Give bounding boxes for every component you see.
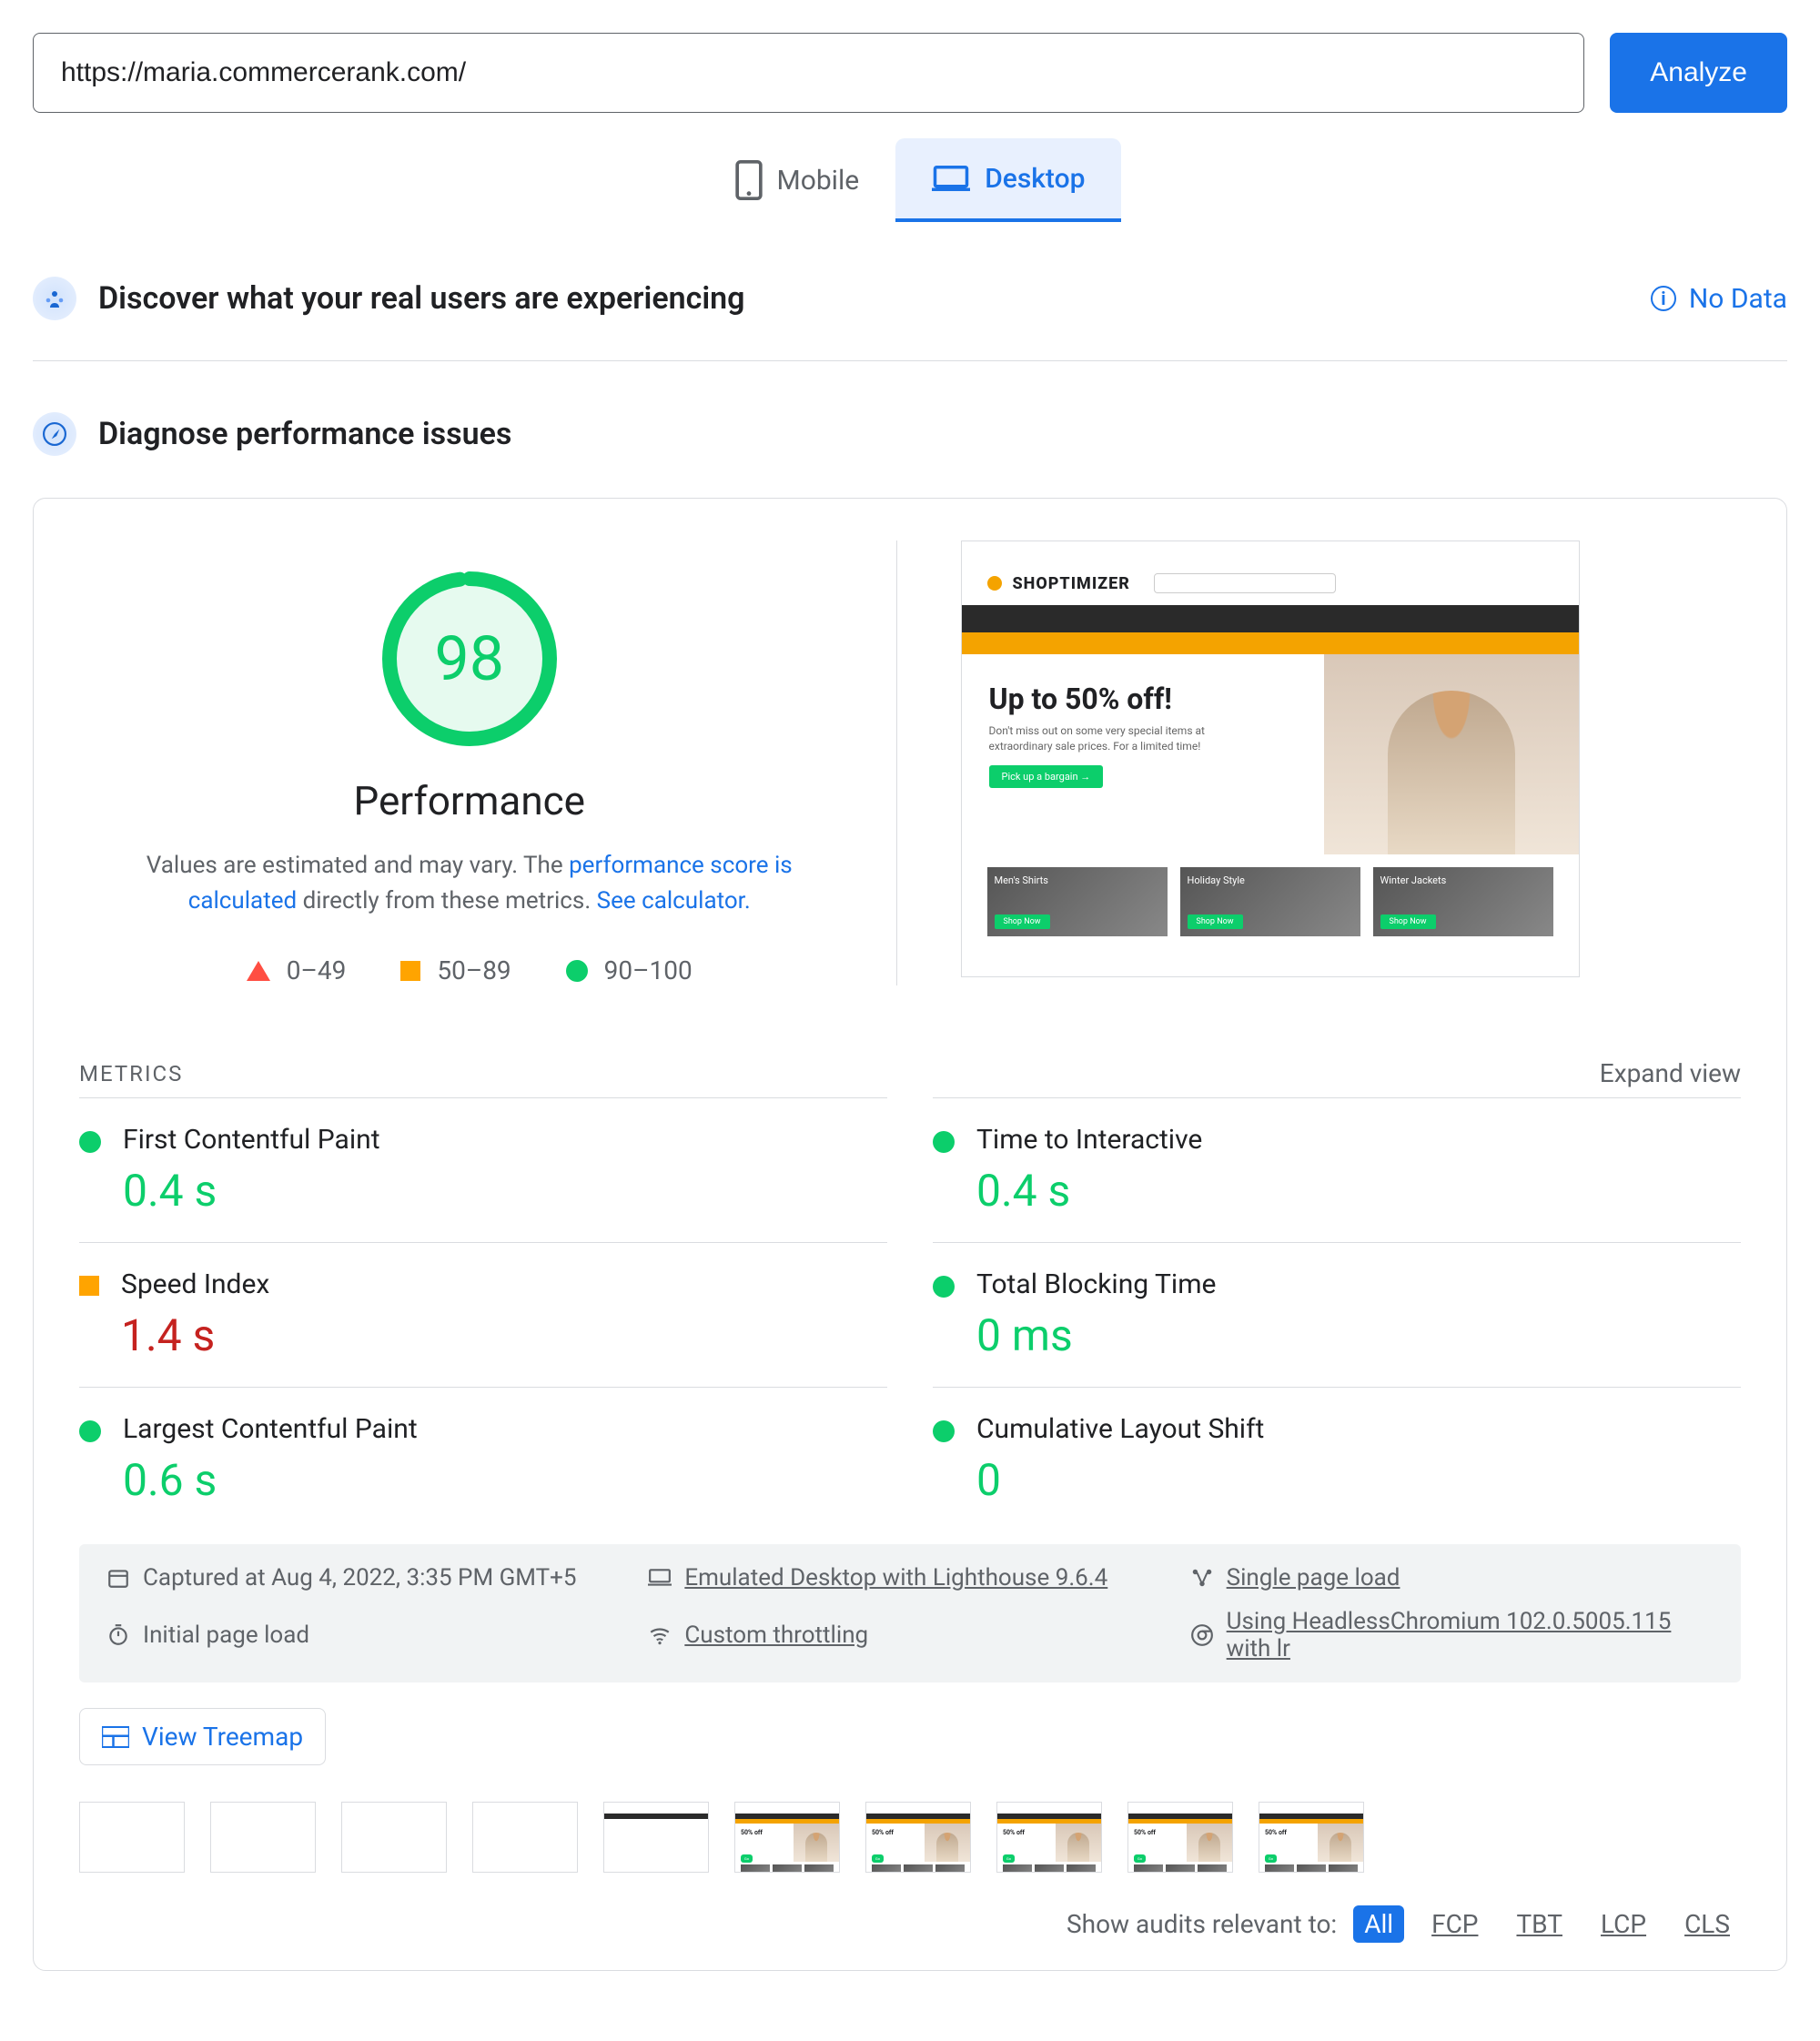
metric-name: Speed Index — [121, 1268, 887, 1300]
filmstrip-frame[interactable] — [210, 1802, 316, 1873]
network-icon — [1190, 1566, 1214, 1590]
filmstrip-frame[interactable] — [79, 1802, 185, 1873]
metric-indicator — [79, 1420, 101, 1442]
chrome-icon — [1190, 1623, 1214, 1647]
nodata-link[interactable]: i No Data — [1651, 283, 1787, 315]
device-tabs: Mobile Desktop — [33, 138, 1787, 222]
performance-card: 98 Performance Values are estimated and … — [33, 498, 1787, 1971]
score-description: Values are estimated and may vary. The p… — [101, 848, 838, 919]
tab-mobile-label: Mobile — [777, 165, 860, 197]
filmstrip-frame[interactable]: 50% offGo — [1127, 1802, 1233, 1873]
score-gauge: 98 — [379, 568, 561, 750]
filmstrip-frame[interactable] — [472, 1802, 578, 1873]
diagnose-section: Diagnose performance issues — [33, 394, 1787, 474]
info-chrome: Using HeadlessChromium 102.0.5005.115 wi… — [1190, 1608, 1714, 1662]
audits-label: Show audits relevant to: — [1067, 1909, 1337, 1939]
nodata-label: No Data — [1689, 283, 1787, 315]
tab-mobile[interactable]: Mobile — [699, 138, 896, 222]
audit-chip-fcp[interactable]: FCP — [1421, 1905, 1489, 1943]
analyze-button[interactable]: Analyze — [1610, 33, 1787, 113]
filmstrip-frame[interactable] — [341, 1802, 447, 1873]
metric-name: Cumulative Layout Shift — [976, 1413, 1741, 1445]
treemap-icon — [102, 1726, 129, 1748]
metric-item: Largest Contentful Paint 0.6 s — [79, 1387, 887, 1531]
desktop-icon — [648, 1566, 672, 1590]
filmstrip-frame[interactable]: 50% offGo — [865, 1802, 971, 1873]
diagnose-title: Diagnose performance issues — [98, 416, 511, 452]
calendar-icon — [106, 1566, 130, 1590]
mobile-icon — [735, 160, 763, 200]
metrics-heading: METRICS — [79, 1061, 183, 1086]
circle-icon — [566, 960, 588, 982]
square-icon — [400, 961, 420, 981]
metric-name: Total Blocking Time — [976, 1268, 1741, 1300]
metric-value: 1.4 s — [121, 1309, 887, 1361]
score-box: 98 Performance Values are estimated and … — [79, 541, 897, 985]
audit-chip-cls[interactable]: CLS — [1673, 1905, 1741, 1943]
filmstrip-frame[interactable]: 50% offGo — [996, 1802, 1102, 1873]
timer-icon — [106, 1623, 130, 1647]
discover-title: Discover what your real users are experi… — [98, 280, 745, 317]
view-treemap-button[interactable]: View Treemap — [79, 1708, 326, 1765]
audit-chip-tbt[interactable]: TBT — [1505, 1905, 1573, 1943]
score-value: 98 — [379, 568, 561, 750]
metric-item: First Contentful Paint 0.4 s — [79, 1097, 887, 1242]
metric-value: 0 — [976, 1454, 1741, 1506]
metric-name: First Contentful Paint — [123, 1124, 887, 1156]
metric-value: 0.4 s — [976, 1165, 1741, 1217]
metric-name: Time to Interactive — [976, 1124, 1741, 1156]
triangle-icon — [247, 961, 270, 981]
wifi-icon — [648, 1623, 672, 1647]
audits-filter: Show audits relevant to: All FCP TBT LCP… — [79, 1905, 1741, 1943]
metric-value: 0.6 s — [123, 1454, 887, 1506]
page-preview: SHOPTIMIZER Up to 50% off! Don't miss ou… — [925, 541, 1742, 977]
metric-indicator — [79, 1276, 99, 1296]
metric-item: Speed Index 1.4 s — [79, 1242, 887, 1387]
metric-item: Time to Interactive 0.4 s — [933, 1097, 1741, 1242]
legend-pass: 90–100 — [566, 955, 693, 985]
metric-value: 0.4 s — [123, 1165, 887, 1217]
filmstrip-frame[interactable]: 50% offGo — [734, 1802, 840, 1873]
score-legend: 0–49 50–89 90–100 — [247, 955, 693, 985]
info-throttling: Custom throttling — [648, 1608, 1171, 1662]
metrics-grid: First Contentful Paint0.4 sTime to Inter… — [79, 1097, 1741, 1531]
search-bar: Analyze — [33, 33, 1787, 113]
metric-value: 0 ms — [976, 1309, 1741, 1361]
info-emulated: Emulated Desktop with Lighthouse 9.6.4 — [648, 1564, 1171, 1591]
filmstrip-frame[interactable]: 50% offGo — [1259, 1802, 1364, 1873]
metric-indicator — [933, 1276, 955, 1298]
filmstrip: 50% offGo 50% offGo 50% offGo 50% offGo … — [79, 1802, 1741, 1873]
metric-indicator — [933, 1420, 955, 1442]
legend-fail: 0–49 — [247, 955, 347, 985]
diagnose-icon — [33, 412, 76, 456]
info-single: Single page load — [1190, 1564, 1714, 1591]
metric-name: Largest Contentful Paint — [123, 1413, 887, 1445]
audit-chip-lcp[interactable]: LCP — [1590, 1905, 1657, 1943]
audit-chip-all[interactable]: All — [1353, 1905, 1404, 1943]
url-input[interactable] — [33, 33, 1584, 113]
preview-screenshot: SHOPTIMIZER Up to 50% off! Don't miss ou… — [961, 541, 1580, 977]
metric-item: Total Blocking Time 0 ms — [933, 1242, 1741, 1387]
metric-indicator — [933, 1131, 955, 1153]
discover-icon — [33, 277, 76, 320]
environment-info: Captured at Aug 4, 2022, 3:35 PM GMT+5 E… — [79, 1544, 1741, 1682]
info-icon: i — [1651, 286, 1676, 311]
desktop-icon — [932, 164, 970, 193]
expand-view-link[interactable]: Expand view — [1600, 1058, 1741, 1088]
tab-desktop-label: Desktop — [985, 163, 1085, 195]
tab-desktop[interactable]: Desktop — [895, 138, 1121, 222]
info-captured: Captured at Aug 4, 2022, 3:35 PM GMT+5 — [106, 1564, 630, 1591]
performance-label: Performance — [353, 777, 585, 824]
info-initial: Initial page load — [106, 1608, 630, 1662]
legend-avg: 50–89 — [400, 955, 511, 985]
metric-item: Cumulative Layout Shift 0 — [933, 1387, 1741, 1531]
filmstrip-frame[interactable] — [603, 1802, 709, 1873]
metric-indicator — [79, 1131, 101, 1153]
calculator-link[interactable]: See calculator. — [597, 887, 751, 914]
discover-section: Discover what your real users are experi… — [33, 258, 1787, 361]
